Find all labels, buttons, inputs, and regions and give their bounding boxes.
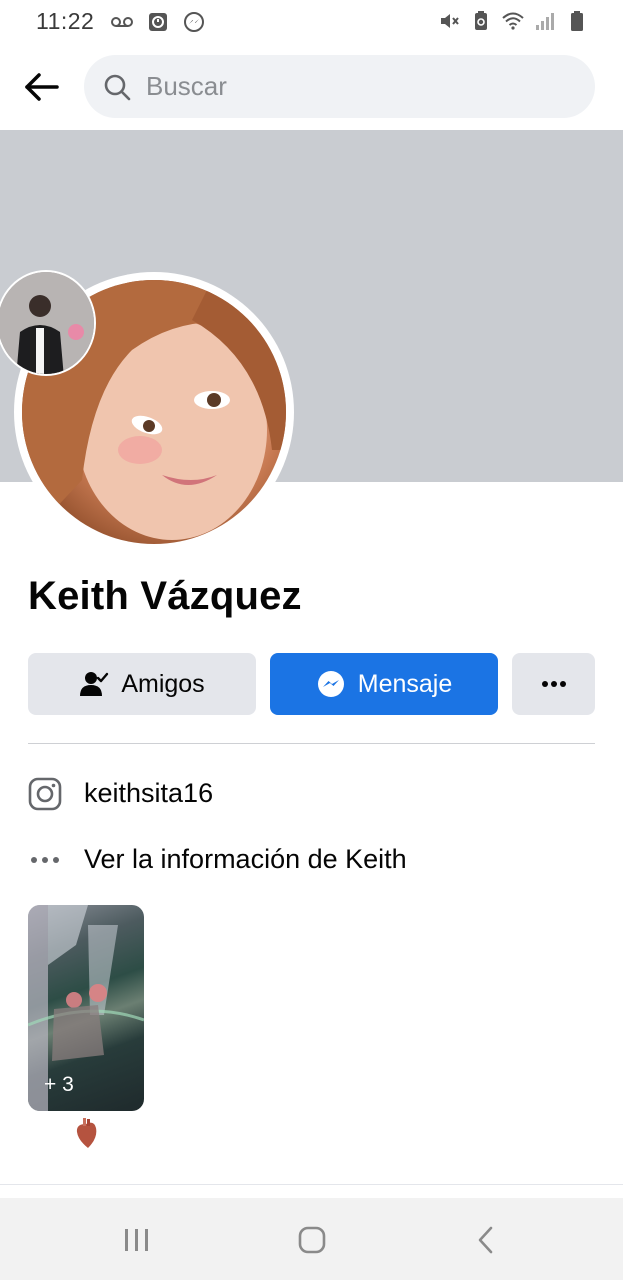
friends-check-icon (80, 672, 109, 696)
instagram-icon (28, 777, 62, 811)
profile-name: Keith Vázquez (28, 574, 302, 618)
home-icon (298, 1226, 326, 1254)
voicemail-icon (111, 17, 133, 27)
clock-app-icon (149, 13, 167, 31)
story-avatar[interactable] (0, 270, 96, 376)
featured-count: + 3 (44, 1073, 74, 1096)
home-button[interactable] (290, 1218, 334, 1262)
back-button[interactable] (18, 64, 64, 110)
bottom-divider (0, 1184, 623, 1185)
search-header (0, 44, 623, 130)
recent-apps-button[interactable] (115, 1218, 159, 1262)
battery-saver-icon (475, 11, 487, 30)
more-dots-icon (541, 681, 566, 687)
message-button[interactable]: Mensaje (270, 653, 498, 715)
message-button-label: Mensaje (357, 669, 453, 698)
see-info-row[interactable]: Ver la información de Keith (28, 843, 407, 877)
friends-button-label: Amigos (121, 669, 205, 698)
instagram-handle: keithsita16 (84, 778, 214, 808)
search-bar[interactable] (84, 55, 595, 118)
more-info-dots-icon (28, 843, 62, 877)
status-bar: 11:22 (0, 0, 623, 44)
signal-icon (536, 13, 554, 30)
system-nav-bar (0, 1198, 623, 1280)
section-divider (28, 743, 595, 744)
anatomical-heart-emoji (74, 1118, 98, 1150)
see-info-label: Ver la información de Keith (84, 844, 407, 874)
battery-icon (571, 11, 583, 31)
search-input[interactable] (146, 55, 566, 118)
back-arrow-icon (25, 73, 59, 101)
search-icon (104, 74, 131, 101)
messenger-icon (317, 671, 344, 697)
more-options-button[interactable] (512, 653, 595, 715)
system-back-button[interactable] (464, 1218, 508, 1262)
messenger-notification-icon (184, 12, 204, 32)
wifi-icon (502, 12, 524, 30)
instagram-row[interactable]: keithsita16 (28, 777, 213, 811)
recent-apps-icon (125, 1229, 148, 1251)
mute-icon (441, 14, 459, 28)
back-icon (478, 1226, 493, 1254)
friends-button[interactable]: Amigos (28, 653, 256, 715)
featured-collection[interactable]: + 3 (28, 905, 144, 1111)
status-time: 11:22 (36, 8, 95, 34)
